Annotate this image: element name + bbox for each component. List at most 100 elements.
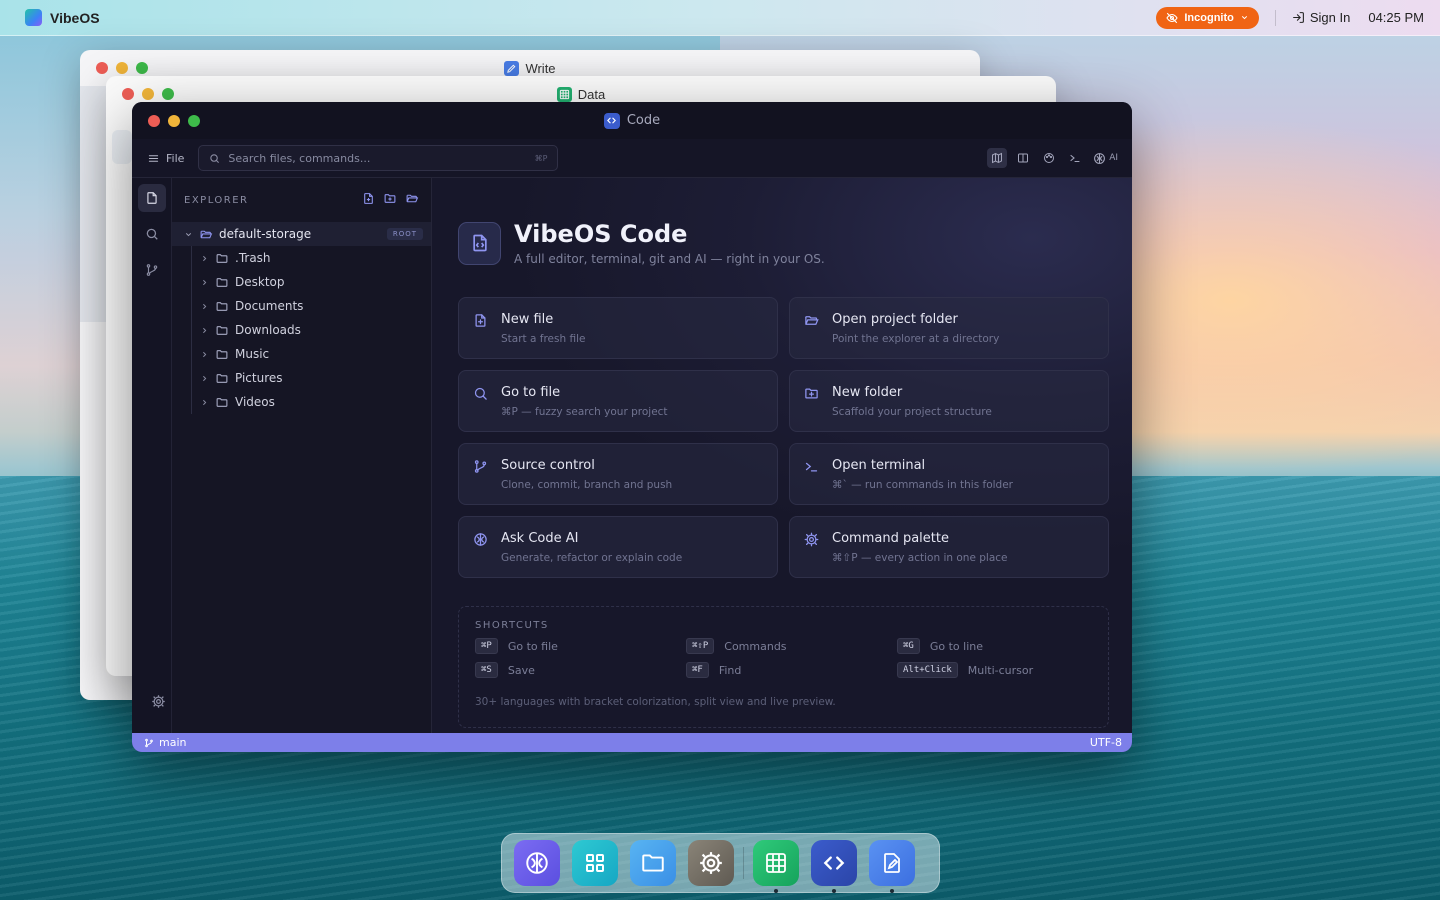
maximize-window-button[interactable] (188, 115, 200, 127)
data-app-icon (556, 86, 572, 102)
tree-folder-item[interactable]: Videos (172, 390, 431, 414)
maximize-window-button[interactable] (162, 88, 174, 100)
data-toolbar-button (112, 130, 132, 164)
minimap-toggle-button[interactable] (987, 148, 1008, 168)
card-description: ⌘⇧P — every action in one place (832, 552, 1008, 564)
shortcut-item: ⌘G Go to line (897, 638, 1097, 654)
shortcut-key: ⌘P (475, 638, 498, 654)
terminal-icon (1070, 154, 1080, 163)
running-indicator (890, 889, 894, 893)
welcome-subtitle: A full editor, terminal, git and AI — ri… (514, 252, 825, 266)
sign-in-button[interactable]: Sign In (1292, 10, 1350, 25)
dock-write[interactable] (869, 840, 915, 893)
action-card-go-to-file[interactable]: Go to file ⌘P — fuzzy search your project (458, 370, 778, 432)
settings-activity-button[interactable] (144, 687, 172, 715)
tree-root-folder[interactable]: default-storage ROOT (172, 222, 431, 246)
ai-toggle-button[interactable]: AI (1091, 152, 1120, 165)
open-folder-button[interactable] (405, 192, 419, 208)
shortcuts-footer: 30+ languages with bracket colorization,… (475, 696, 836, 708)
folder-plus-icon (805, 388, 818, 399)
root-badge: ROOT (386, 228, 423, 240)
tree-folder-item[interactable]: .Trash (172, 246, 431, 270)
brand[interactable]: VibeOS (25, 9, 100, 26)
incognito-button[interactable]: Incognito (1156, 6, 1259, 29)
spreadsheet-icon (766, 853, 786, 873)
minimize-window-button[interactable] (168, 115, 180, 127)
code-window[interactable]: Code File ⌘P AI (132, 102, 1132, 752)
theme-button[interactable] (1039, 148, 1059, 168)
git-branch-icon (146, 264, 158, 276)
source-control-activity-button[interactable] (138, 256, 166, 284)
file-menu-button[interactable]: File (148, 152, 184, 165)
shortcuts-title: SHORTCUTS (475, 620, 549, 631)
tree-folder-list: .Trash Desktop Documents Downloads Music Pict… (172, 246, 431, 414)
explorer-activity-button[interactable] (138, 184, 166, 212)
close-window-button[interactable] (122, 88, 134, 100)
chevron-right-icon (203, 327, 207, 333)
chevron-right-icon (203, 351, 207, 357)
search-input[interactable] (228, 151, 519, 165)
write-app-icon (504, 60, 520, 76)
minimize-window-button[interactable] (116, 62, 128, 74)
search-activity-button[interactable] (138, 220, 166, 248)
chevron-down-icon (1241, 16, 1247, 20)
palette-icon (1044, 153, 1055, 163)
search-shortcut-hint: ⌘P (534, 153, 548, 163)
dock-settings[interactable] (688, 840, 734, 886)
new-file-button[interactable] (362, 192, 375, 208)
folder-open-icon (200, 230, 213, 238)
data-window-title: Data (577, 86, 606, 102)
map-icon (992, 152, 1003, 164)
tree-root-label: default-storage (219, 227, 312, 241)
system-top-bar: VibeOS Incognito Sign In 04:25 PM (0, 0, 1440, 36)
close-window-button[interactable] (96, 62, 108, 74)
folder-icon (216, 301, 228, 311)
tree-folder-item[interactable]: Desktop (172, 270, 431, 294)
dock-apps-grid[interactable] (572, 840, 618, 886)
card-title: Go to file (501, 385, 561, 400)
action-card-open-project-folder[interactable]: Open project folder Point the explorer at… (789, 297, 1109, 359)
card-title: New folder (832, 385, 903, 400)
new-folder-button[interactable] (383, 192, 397, 208)
tree-folder-item[interactable]: Music (172, 342, 431, 366)
dock-divider (743, 847, 744, 879)
dock-brain-app[interactable] (514, 840, 560, 886)
shortcut-label: Go to line (929, 639, 983, 653)
action-card-new-folder[interactable]: New folder Scaffold your project structur… (789, 370, 1109, 432)
shortcut-item: ⌘S Save (475, 662, 686, 678)
folder-icon (216, 349, 228, 359)
dock-files[interactable] (630, 840, 676, 886)
search-bar[interactable]: ⌘P (198, 145, 559, 171)
shortcut-label: Save (507, 663, 535, 677)
shortcut-label: Multi-cursor (967, 663, 1034, 677)
terminal-toggle-button[interactable] (1065, 148, 1085, 168)
split-view-button[interactable] (1013, 148, 1033, 168)
dock-code[interactable] (811, 840, 857, 893)
card-description: Start a fresh file (501, 333, 586, 345)
branch-name: main (159, 736, 187, 749)
code-file-icon (458, 221, 501, 265)
welcome-panel: VibeOS Code A full editor, terminal, git… (432, 178, 1132, 733)
action-card-new-file[interactable]: New file Start a fresh file (458, 297, 778, 359)
tree-folder-item[interactable]: Downloads (172, 318, 431, 342)
tree-folder-item[interactable]: Pictures (172, 366, 431, 390)
tree-folder-label: Music (235, 347, 270, 361)
explorer-panel: EXPLORER default-storage ROOT .Trash Des… (172, 178, 432, 733)
card-description: ⌘P — fuzzy search your project (501, 406, 668, 418)
shortcut-key: ⌘S (475, 662, 498, 678)
card-description: Generate, refactor or explain code (501, 552, 683, 564)
code-titlebar[interactable]: Code (132, 102, 1132, 139)
close-window-button[interactable] (148, 115, 160, 127)
action-card-open-terminal[interactable]: Open terminal ⌘` — run commands in this f… (789, 443, 1109, 505)
minimize-window-button[interactable] (142, 88, 154, 100)
gear-icon (700, 852, 722, 874)
action-card-ask-code-ai[interactable]: Ask Code AI Generate, refactor or explain… (458, 516, 778, 578)
maximize-window-button[interactable] (136, 62, 148, 74)
encoding-indicator[interactable]: UTF-8 (1090, 736, 1122, 749)
dock-data[interactable] (753, 840, 799, 893)
branch-indicator[interactable]: main (144, 736, 186, 749)
grid-icon (586, 854, 604, 872)
action-card-command-palette[interactable]: Command palette ⌘⇧P — every action in one… (789, 516, 1109, 578)
action-card-source-control[interactable]: Source control Clone, commit, branch and … (458, 443, 778, 505)
tree-folder-item[interactable]: Documents (172, 294, 431, 318)
